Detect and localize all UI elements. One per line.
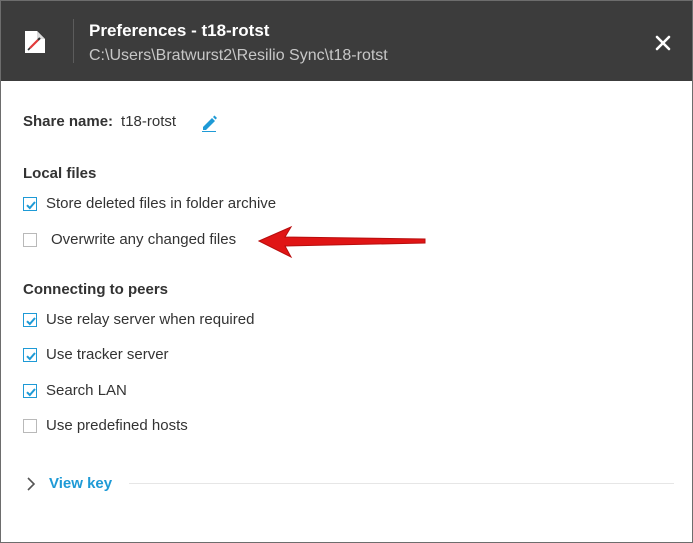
preferences-dialog: Preferences - t18-rotst C:\Users\Bratwur… xyxy=(0,0,693,543)
pencil-icon[interactable] xyxy=(201,114,218,132)
annotation-arrow-icon xyxy=(255,223,429,261)
folder-icon xyxy=(23,29,47,55)
use-tracker-server-checkbox[interactable] xyxy=(23,348,37,362)
share-name-label: Share name: xyxy=(23,113,114,130)
view-key-link[interactable]: View key xyxy=(49,475,112,492)
use-relay-server-label: Use relay server when required xyxy=(46,311,255,328)
title-bar: Preferences - t18-rotst C:\Users\Bratwur… xyxy=(1,1,692,81)
use-predefined-hosts-checkbox[interactable] xyxy=(23,419,37,433)
search-lan-checkbox[interactable] xyxy=(23,384,37,398)
store-deleted-files-label: Store deleted files in folder archive xyxy=(46,195,277,212)
folder-path: C:\Users\Bratwurst2\Resilio Sync\t18-rot… xyxy=(89,47,388,64)
local-files-heading: Local files xyxy=(23,165,97,182)
overwrite-changed-files-label: Overwrite any changed files xyxy=(51,231,237,248)
use-relay-server-checkbox[interactable] xyxy=(23,313,37,327)
title-divider xyxy=(73,19,74,63)
window-title: Preferences - t18-rotst xyxy=(89,21,270,40)
connecting-peers-heading: Connecting to peers xyxy=(23,281,169,298)
search-lan-label: Search LAN xyxy=(46,382,127,399)
close-icon[interactable] xyxy=(649,29,677,57)
use-predefined-hosts-label: Use predefined hosts xyxy=(46,417,188,434)
share-name-value: t18-rotst xyxy=(121,113,177,130)
share-name-row: Share name: t18-rotst xyxy=(23,113,176,130)
store-deleted-files-checkbox[interactable] xyxy=(23,197,37,211)
chevron-right-icon xyxy=(25,476,37,497)
overwrite-changed-files-checkbox[interactable] xyxy=(23,233,37,247)
use-tracker-server-label: Use tracker server xyxy=(46,346,169,363)
view-key-divider xyxy=(129,483,674,484)
